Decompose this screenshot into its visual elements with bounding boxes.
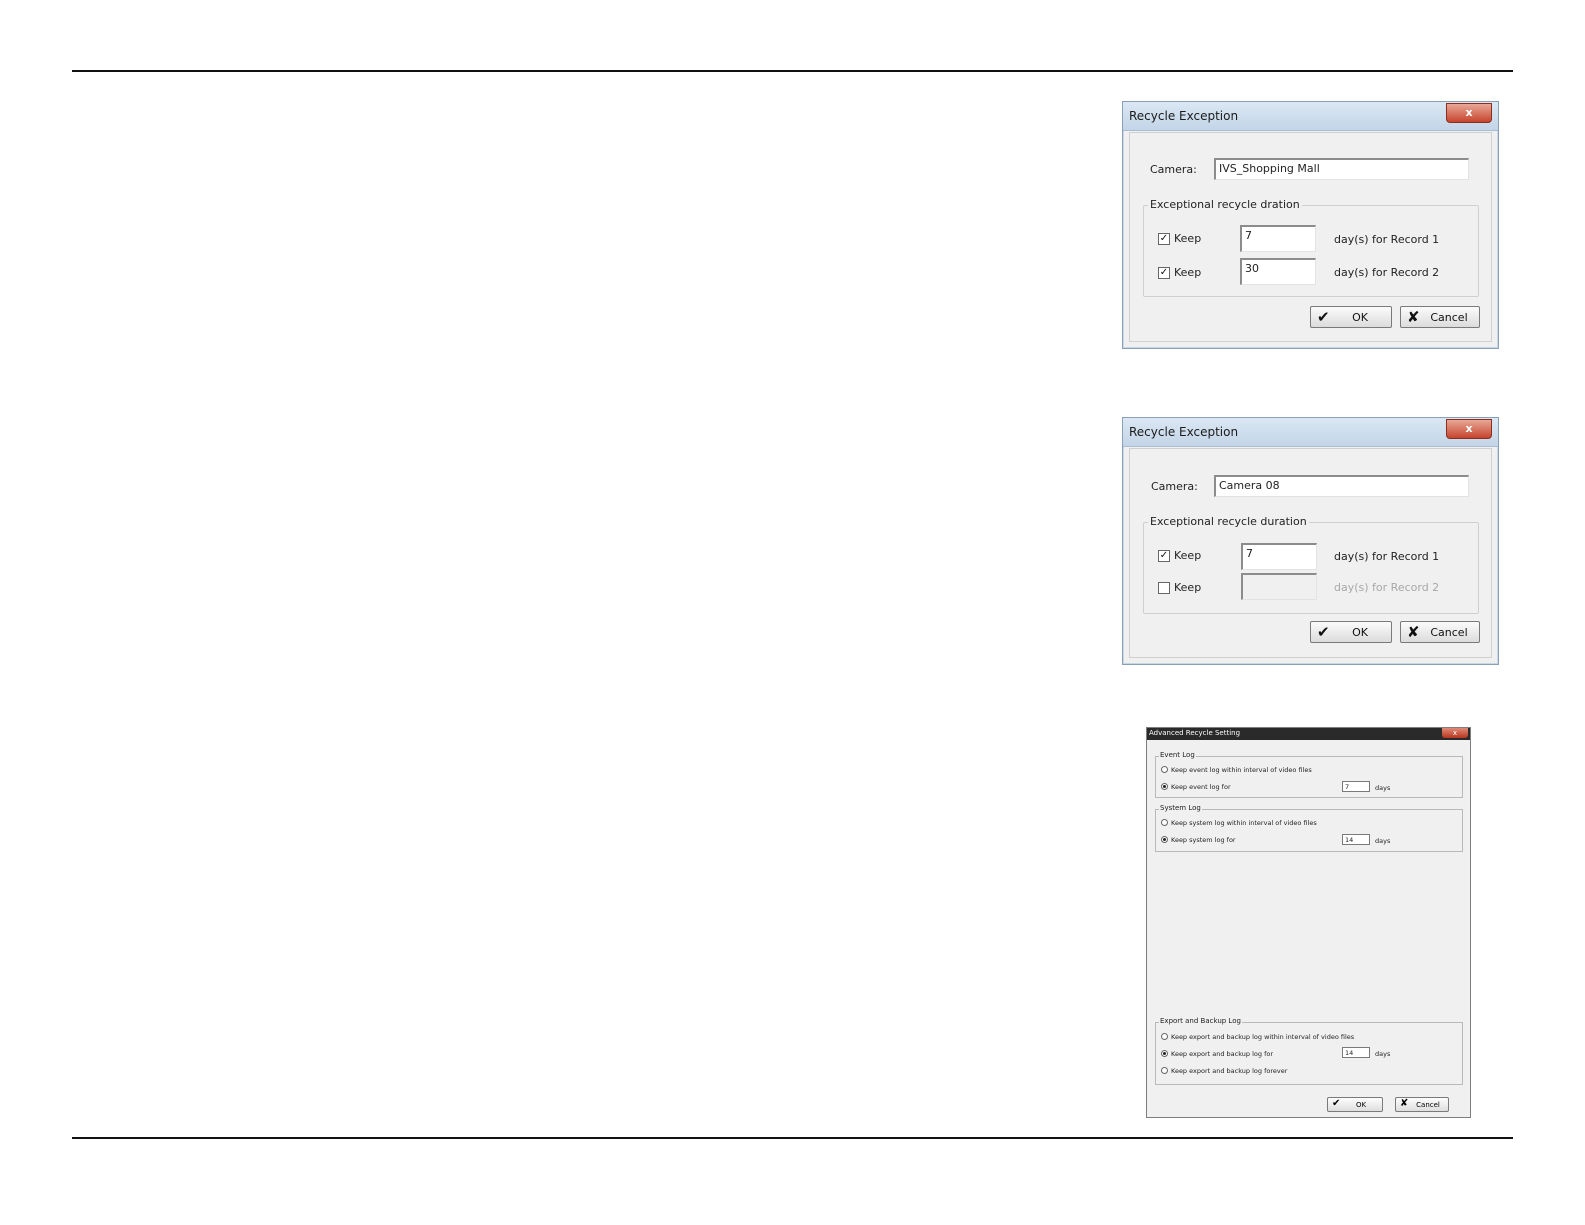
option-label: Keep event log within interval of video …	[1171, 766, 1312, 774]
keep-label: Keep	[1174, 581, 1202, 594]
cancel-label: Cancel	[1430, 311, 1468, 324]
radio-button[interactable]	[1161, 765, 1168, 773]
record2-checkbox[interactable]	[1158, 582, 1170, 594]
record2-suffix: day(s) for Record 2	[1334, 581, 1440, 594]
ok-label: OK	[1352, 626, 1368, 639]
option-label: Keep export and backup log forever	[1171, 1067, 1288, 1075]
record1-checkbox[interactable]: ✓	[1158, 233, 1170, 245]
record2-suffix: day(s) for Record 2	[1334, 266, 1440, 279]
ok-button[interactable]: ✔ OK	[1327, 1097, 1383, 1112]
camera-field[interactable]: IVS_Shopping Mall	[1214, 158, 1469, 180]
cancel-label: Cancel	[1430, 626, 1468, 639]
record2-days-input[interactable]: 30	[1240, 258, 1316, 285]
event-log-days-input[interactable]: 7	[1342, 781, 1370, 792]
export-log-days-input[interactable]: 14	[1342, 1047, 1370, 1058]
camera-label: Camera:	[1151, 480, 1198, 493]
radio-button[interactable]	[1161, 1032, 1168, 1040]
group-title: Exceptional recycle duration	[1148, 515, 1309, 528]
dialog-body: Camera: Camera 08 Exceptional recycle du…	[1129, 448, 1492, 658]
ok-label: OK	[1355, 1101, 1367, 1109]
export-log-days-option[interactable]: Keep export and backup log for	[1161, 1049, 1274, 1058]
system-log-days-option[interactable]: Keep system log for	[1161, 835, 1236, 844]
ok-label: OK	[1352, 311, 1368, 324]
close-button[interactable]: x	[1442, 728, 1468, 738]
system-log-days-input[interactable]: 14	[1342, 834, 1370, 845]
recycle-exception-dialog-1: Recycle Exception x Camera: IVS_Shopping…	[1122, 101, 1499, 349]
option-label: Keep system log for	[1171, 836, 1236, 844]
ok-button[interactable]: ✔ OK	[1310, 621, 1392, 643]
record2-days-input[interactable]	[1241, 573, 1317, 600]
record1-days-input[interactable]: 7	[1240, 225, 1316, 252]
days-unit: days	[1375, 784, 1391, 792]
export-log-interval-option[interactable]: Keep export and backup log within interv…	[1161, 1032, 1355, 1041]
checkmark-icon: ✓	[1159, 233, 1169, 244]
keep-label: Keep	[1174, 549, 1202, 562]
radio-button[interactable]	[1161, 1049, 1168, 1057]
record1-suffix: day(s) for Record 1	[1334, 550, 1440, 563]
dialog-title: Recycle Exception	[1129, 109, 1239, 123]
ok-button[interactable]: ✔ OK	[1310, 306, 1392, 328]
title-bar[interactable]: Advanced Recycle Setting x	[1147, 728, 1470, 740]
radio-button[interactable]	[1161, 835, 1168, 843]
title-bar[interactable]: Recycle Exception x	[1123, 418, 1498, 447]
dialog-title: Advanced Recycle Setting	[1149, 729, 1241, 737]
title-bar[interactable]: Recycle Exception x	[1123, 102, 1498, 131]
event-log-group: Event Log Keep event log within interval…	[1155, 751, 1463, 798]
option-label: Keep event log for	[1171, 783, 1231, 791]
days-unit: days	[1375, 1050, 1391, 1058]
record1-days-input[interactable]: 7	[1241, 543, 1317, 570]
camera-label: Camera:	[1150, 163, 1197, 176]
checkmark-icon: ✓	[1159, 550, 1169, 561]
group-title: Export and Backup Log	[1159, 1017, 1242, 1025]
group-title: Exceptional recycle dration	[1148, 198, 1302, 211]
export-log-forever-option[interactable]: Keep export and backup log forever	[1161, 1066, 1288, 1075]
advanced-recycle-setting-dialog: Advanced Recycle Setting x Event Log Kee…	[1146, 727, 1471, 1118]
close-button[interactable]: x	[1446, 103, 1492, 123]
recycle-duration-group: Exceptional recycle dration ✓ Keep 7 day…	[1143, 198, 1479, 297]
cancel-button[interactable]: ✘ Cancel	[1400, 306, 1480, 328]
record1-checkbox[interactable]: ✓	[1158, 550, 1170, 562]
dialog-title: Recycle Exception	[1129, 425, 1239, 439]
group-title: System Log	[1159, 804, 1202, 812]
radio-button[interactable]	[1161, 818, 1168, 826]
cancel-button[interactable]: ✘ Cancel	[1395, 1097, 1449, 1112]
keep-label: Keep	[1174, 232, 1202, 245]
record2-checkbox[interactable]: ✓	[1158, 267, 1170, 279]
cancel-label: Cancel	[1416, 1101, 1440, 1109]
radio-button[interactable]	[1161, 782, 1168, 790]
option-label: Keep export and backup log within interv…	[1171, 1033, 1355, 1041]
recycle-exception-dialog-2: Recycle Exception x Camera: Camera 08 Ex…	[1122, 417, 1499, 665]
keep-label: Keep	[1174, 266, 1202, 279]
group-title: Event Log	[1159, 751, 1196, 759]
dialog-body: Camera: IVS_Shopping Mall Exceptional re…	[1129, 132, 1492, 342]
recycle-duration-group: Exceptional recycle duration ✓ Keep 7 da…	[1143, 515, 1479, 614]
radio-button[interactable]	[1161, 1066, 1168, 1074]
days-unit: days	[1375, 837, 1391, 845]
system-log-group: System Log Keep system log within interv…	[1155, 804, 1463, 852]
event-log-days-option[interactable]: Keep event log for	[1161, 782, 1231, 791]
bottom-rule	[72, 1137, 1513, 1139]
system-log-interval-option[interactable]: Keep system log within interval of video…	[1161, 818, 1317, 827]
checkmark-icon: ✓	[1159, 267, 1169, 278]
export-backup-log-group: Export and Backup Log Keep export and ba…	[1155, 1017, 1463, 1085]
camera-field[interactable]: Camera 08	[1214, 475, 1469, 497]
top-rule	[72, 70, 1513, 72]
record1-suffix: day(s) for Record 1	[1334, 233, 1440, 246]
close-button[interactable]: x	[1446, 419, 1492, 439]
option-label: Keep system log within interval of video…	[1171, 819, 1317, 827]
event-log-interval-option[interactable]: Keep event log within interval of video …	[1161, 765, 1312, 774]
option-label: Keep export and backup log for	[1171, 1050, 1274, 1058]
cancel-button[interactable]: ✘ Cancel	[1400, 621, 1480, 643]
